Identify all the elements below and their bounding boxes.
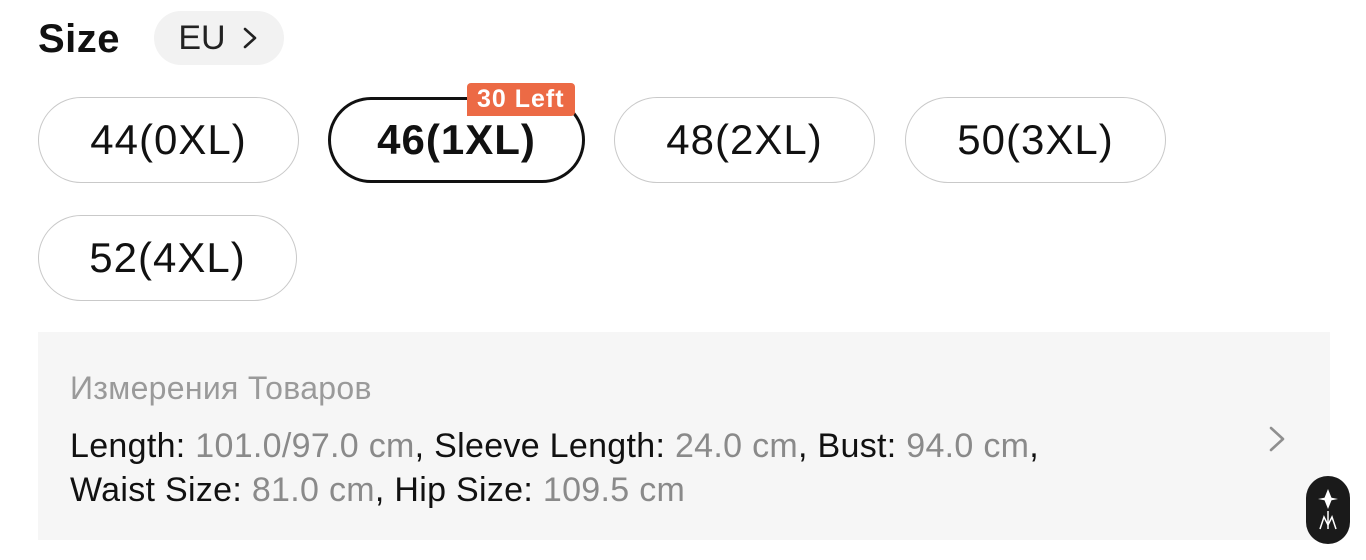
size-heading: Size [38, 17, 121, 61]
chevron-right-icon [1269, 426, 1285, 452]
measurement-value: 81.0 cm [251, 471, 375, 509]
measurements-list: Length: 101.0/97.0 cm, Sleeve Length: 24… [70, 427, 1040, 509]
product-measurements-card[interactable]: Измерения Товаров Length: 101.0/97.0 cm,… [38, 332, 1330, 540]
size-option-48[interactable]: 48(2XL) [614, 97, 875, 183]
measurement-value: 24.0 cm [674, 427, 799, 465]
measurements-title: Измерения Товаров [70, 370, 372, 406]
measurement-key: Hip Size: [394, 471, 534, 509]
measurement-key: Sleeve Length: [434, 427, 666, 465]
measurement-value: 94.0 cm [906, 427, 1030, 465]
measurement-key: Length: [70, 427, 186, 465]
brand-mark-icon [1318, 489, 1338, 530]
measurement-value: 101.0/97.0 cm [195, 427, 415, 465]
stock-badge: 30 Left [467, 83, 575, 116]
size-region-label: EU [178, 19, 226, 57]
brand-logo-icon [1306, 476, 1350, 544]
size-region-selector[interactable]: EU [154, 11, 284, 65]
size-option-52[interactable]: 52(4XL) [38, 215, 297, 301]
measurement-value: 109.5 cm [542, 471, 686, 509]
size-option-44[interactable]: 44(0XL) [38, 97, 299, 183]
size-option-50[interactable]: 50(3XL) [905, 97, 1166, 183]
chevron-right-icon [243, 27, 256, 49]
measurement-key: Waist Size: [70, 471, 243, 509]
size-selector-page: Size EU 44(0XL) 46(1XL) 30 Left 48(2XL) … [0, 0, 1366, 560]
measurement-key: Bust: [817, 427, 897, 465]
